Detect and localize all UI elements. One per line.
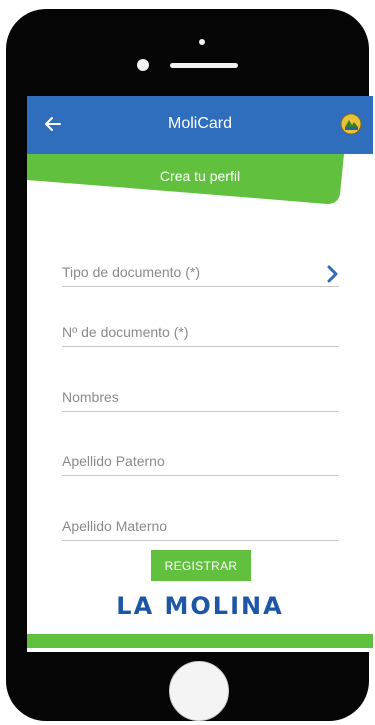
- document-number-input[interactable]: [62, 324, 322, 340]
- document-type-select[interactable]: [62, 256, 339, 287]
- camera-dot: [199, 39, 205, 45]
- earpiece-speaker: [170, 63, 238, 68]
- chevron-right-icon[interactable]: [325, 264, 341, 284]
- paternal-surname-field[interactable]: [62, 445, 339, 476]
- app-title: MoliCard: [167, 115, 232, 132]
- first-names-field[interactable]: [62, 381, 339, 412]
- document-number-field[interactable]: [62, 316, 339, 347]
- maternal-surname-field[interactable]: [62, 510, 339, 541]
- paternal-surname-input[interactable]: [62, 453, 322, 469]
- banner-title: Crea tu perfil: [159, 168, 241, 184]
- register-button[interactable]: REGISTRAR: [151, 550, 251, 581]
- municipal-crest-icon: [340, 113, 362, 135]
- first-names-input[interactable]: [62, 389, 322, 405]
- app-bar: MoliCard: [27, 96, 373, 154]
- maternal-surname-input[interactable]: [62, 518, 322, 534]
- front-sensor: [137, 59, 149, 71]
- document-type-input[interactable]: [62, 264, 322, 280]
- bottom-green-bar: [27, 634, 373, 648]
- home-button[interactable]: [169, 661, 229, 721]
- la-molina-logo: LA MOLINA: [116, 592, 284, 620]
- app-screen: MoliCard Crea tu perfil REGISTRAR LA MOL: [27, 96, 373, 652]
